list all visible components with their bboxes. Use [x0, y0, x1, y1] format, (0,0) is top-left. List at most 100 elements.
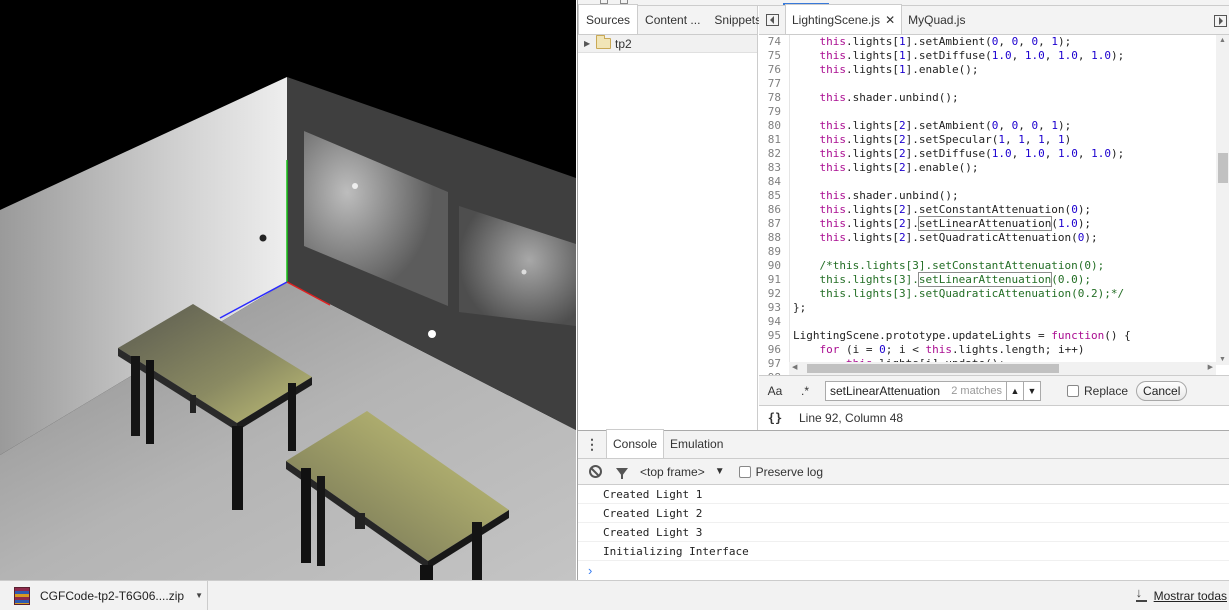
- replace-checkbox[interactable]: [1067, 384, 1079, 397]
- console-message: Created Light 1: [578, 485, 1229, 504]
- line-number[interactable]: 80: [759, 119, 787, 133]
- cancel-search-button[interactable]: Cancel: [1136, 380, 1188, 401]
- navigator-tabs: Sources Content ... Snippets: [578, 4, 761, 35]
- line-number[interactable]: 75: [759, 49, 787, 63]
- code-line[interactable]: 75 this.lights[1].setDiffuse(1.0, 1.0, 1…: [759, 49, 1229, 63]
- line-number[interactable]: 87: [759, 217, 787, 231]
- download-item[interactable]: CGFCode-tp2-T6G06....zip ▼: [0, 581, 208, 610]
- line-number[interactable]: 86: [759, 203, 787, 217]
- folder-icon: [596, 35, 611, 49]
- code-line[interactable]: 87 this.lights[2].setLinearAttenuation(1…: [759, 216, 1229, 231]
- code-text: this.lights[3].setLinearAttenuation(0.0)…: [793, 272, 1092, 287]
- filter-icon[interactable]: [616, 467, 628, 479]
- line-number[interactable]: 95: [759, 329, 787, 343]
- preserve-log-toggle[interactable]: Preserve log: [738, 464, 823, 479]
- preserve-log-checkbox[interactable]: [738, 465, 751, 478]
- tab-emulation[interactable]: Emulation: [664, 430, 729, 458]
- code-line[interactable]: 94: [759, 315, 1229, 329]
- tab-sources[interactable]: Sources: [578, 4, 639, 34]
- line-number[interactable]: 82: [759, 147, 787, 161]
- code-line[interactable]: 82 this.lights[2].setDiffuse(1.0, 1.0, 1…: [759, 147, 1229, 161]
- code-line[interactable]: 86 this.lights[2].setConstantAttenuation…: [759, 203, 1229, 217]
- tree-item-tp2[interactable]: ▶ tp2: [578, 35, 757, 53]
- code-area[interactable]: 74 this.lights[1].setAmbient(0, 0, 0, 1)…: [759, 35, 1229, 375]
- webgl-canvas[interactable]: [0, 0, 576, 580]
- toggle-debugger-button[interactable]: [1210, 6, 1229, 35]
- editor-tabs: LightingScene.js ✕ MyQuad.js: [759, 4, 1229, 36]
- line-number[interactable]: 90: [759, 259, 787, 273]
- tab-myquad-js[interactable]: MyQuad.js: [902, 5, 971, 34]
- line-number[interactable]: 88: [759, 231, 787, 245]
- code-text: this.shader.unbind();: [819, 91, 959, 104]
- regex-toggle[interactable]: .*: [791, 384, 819, 398]
- cursor-position: Line 92, Column 48: [799, 411, 904, 425]
- line-number[interactable]: 94: [759, 315, 787, 329]
- match-case-toggle[interactable]: Aa: [759, 384, 791, 398]
- line-number[interactable]: 93: [759, 301, 787, 315]
- line-number[interactable]: 74: [759, 35, 787, 49]
- frame-selector[interactable]: <top frame>: [640, 465, 705, 479]
- tab-lightingscene-js[interactable]: LightingScene.js ✕: [785, 4, 903, 36]
- tab-console[interactable]: Console: [606, 429, 665, 458]
- drawer-menu-icon[interactable]: ⋮: [578, 430, 606, 458]
- line-number[interactable]: 76: [759, 63, 787, 77]
- line-number[interactable]: 97: [759, 357, 787, 371]
- horizontal-scrollbar[interactable]: ◀ ▶: [789, 362, 1216, 375]
- expand-arrow-icon[interactable]: ▶: [584, 39, 596, 48]
- dropdown-arrow-icon[interactable]: ▼: [715, 466, 725, 477]
- code-line[interactable]: 76 this.lights[1].enable();: [759, 63, 1229, 77]
- close-icon[interactable]: ✕: [885, 4, 895, 36]
- code-line[interactable]: 90 /*this.lights[3].setConstantAttenuati…: [759, 259, 1229, 273]
- replace-toggle[interactable]: Replace: [1067, 384, 1128, 398]
- code-line[interactable]: 79: [759, 105, 1229, 119]
- code-line[interactable]: 84: [759, 175, 1229, 189]
- line-number[interactable]: 79: [759, 105, 787, 119]
- console-drawer: ⋮ Console Emulation <top frame> ▼ Preser…: [578, 429, 1229, 580]
- console-prompt[interactable]: ›: [578, 561, 1229, 580]
- pretty-print-button[interactable]: {}: [759, 411, 791, 425]
- line-number[interactable]: 83: [759, 161, 787, 175]
- line-number[interactable]: 77: [759, 77, 787, 91]
- code-line[interactable]: 92 this.lights[3].setQuadraticAttenuatio…: [759, 287, 1229, 301]
- console-toolbar: <top frame> ▼ Preserve log: [578, 459, 1229, 485]
- code-line[interactable]: 91 this.lights[3].setLinearAttenuation(0…: [759, 272, 1229, 287]
- line-number[interactable]: 84: [759, 175, 787, 189]
- clear-console-icon[interactable]: [589, 465, 602, 478]
- download-menu-icon[interactable]: ▼: [195, 591, 203, 600]
- show-all-downloads-link[interactable]: Mostrar todas: [1135, 581, 1227, 610]
- code-line[interactable]: 83 this.lights[2].enable();: [759, 161, 1229, 175]
- tab-content-scripts[interactable]: Content ...: [638, 5, 707, 34]
- code-line[interactable]: 74 this.lights[1].setAmbient(0, 0, 0, 1)…: [759, 35, 1229, 49]
- line-number[interactable]: 85: [759, 189, 787, 203]
- scroll-thumb[interactable]: [1218, 153, 1228, 183]
- vertical-scrollbar[interactable]: ▲ ▼: [1216, 35, 1229, 365]
- code-line[interactable]: 85 this.shader.unbind();: [759, 189, 1229, 203]
- code-line[interactable]: 77: [759, 77, 1229, 91]
- line-number[interactable]: 91: [759, 273, 787, 287]
- code-line[interactable]: 78 this.shader.unbind();: [759, 91, 1229, 105]
- previous-match-button[interactable]: ▲: [1006, 381, 1023, 400]
- line-number[interactable]: 78: [759, 91, 787, 105]
- line-number[interactable]: 96: [759, 343, 787, 357]
- toggle-navigator-button[interactable]: [759, 5, 785, 34]
- code-line[interactable]: 96 for (i = 0; i < this.lights.length; i…: [759, 343, 1229, 357]
- search-query: setLinearAttenuation: [830, 383, 941, 398]
- search-input[interactable]: setLinearAttenuation 2 matches ▲ ▼: [825, 380, 1041, 401]
- code-line[interactable]: 89: [759, 245, 1229, 259]
- line-number[interactable]: 81: [759, 133, 787, 147]
- code-text: for (i = 0; i < this.lights.length; i++): [819, 343, 1085, 356]
- scroll-thumb[interactable]: [807, 364, 1059, 373]
- line-number[interactable]: 89: [759, 245, 787, 259]
- code-line[interactable]: 81 this.lights[2].setSpecular(1, 1, 1, 1…: [759, 133, 1229, 147]
- preserve-log-label: Preserve log: [755, 464, 823, 479]
- code-line[interactable]: 88 this.lights[2].setQuadraticAttenuatio…: [759, 231, 1229, 245]
- code-line[interactable]: 80 this.lights[2].setAmbient(0, 0, 0, 1)…: [759, 119, 1229, 133]
- next-match-button[interactable]: ▼: [1023, 381, 1040, 400]
- code-line[interactable]: 93};: [759, 301, 1229, 315]
- panel-expand-icon: [1213, 14, 1227, 27]
- line-number[interactable]: 92: [759, 287, 787, 301]
- console-message: Initializing Interface: [578, 542, 1229, 561]
- code-line[interactable]: 95 LightingScene.prototype.updateLights =…: [759, 329, 1229, 343]
